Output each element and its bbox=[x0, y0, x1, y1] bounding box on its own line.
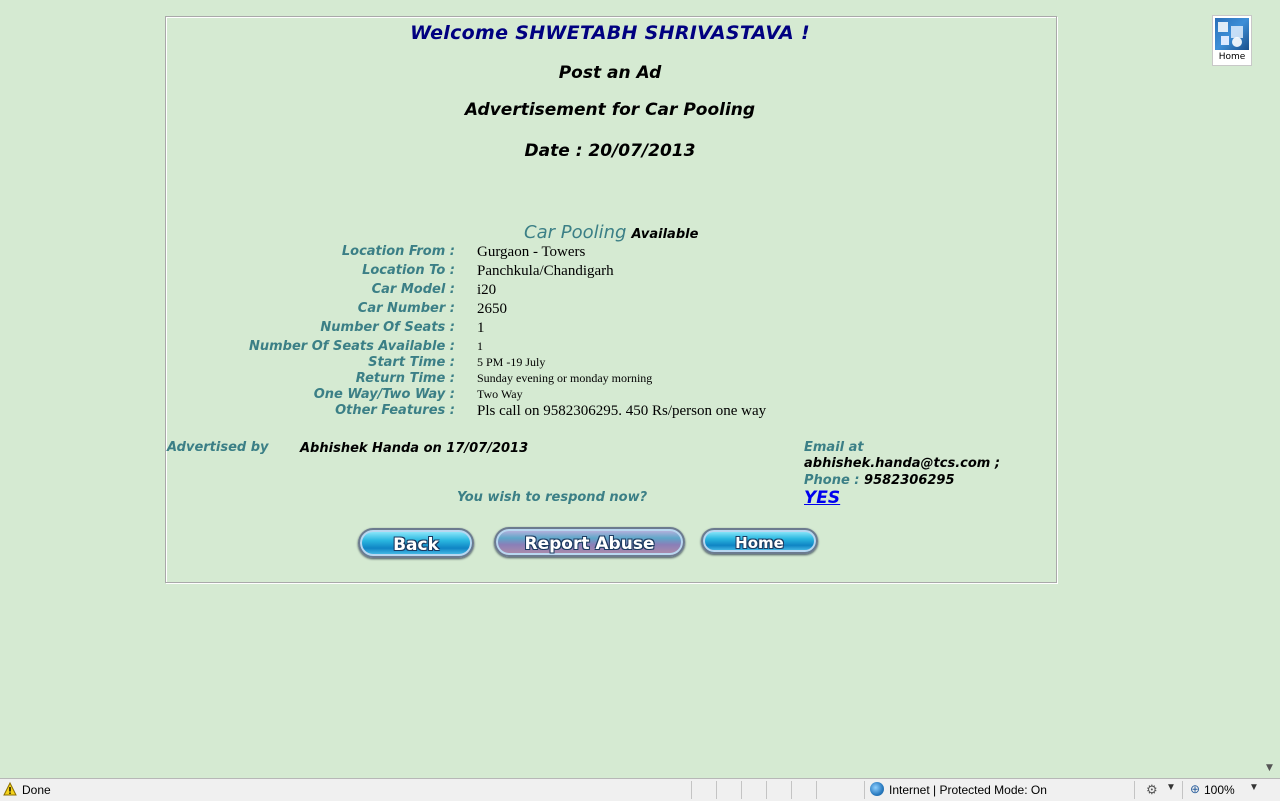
warning-icon[interactable] bbox=[3, 782, 17, 796]
field-value-trip-type: Two Way bbox=[477, 387, 523, 401]
field-value-other-features: Pls call on 9582306295. 450 Rs/person on… bbox=[477, 403, 767, 419]
scroll-down-arrow-icon[interactable]: ▼ bbox=[1266, 763, 1273, 773]
corner-home-link[interactable]: Home bbox=[1212, 15, 1252, 66]
status-divider bbox=[766, 781, 767, 799]
respond-prompt: You wish to respond now? bbox=[457, 490, 648, 505]
field-label-location-to: Location To : bbox=[362, 263, 455, 278]
listing-heading-main: Car Pooling bbox=[524, 222, 627, 243]
internet-zone-icon bbox=[870, 782, 884, 796]
field-value-start-time: 5 PM -19 July bbox=[477, 355, 546, 369]
listing-heading: Car Pooling Available bbox=[524, 222, 698, 243]
field-label-location-from: Location From : bbox=[341, 244, 455, 259]
field-label-car-number: Car Number : bbox=[357, 301, 455, 316]
field-label-trip-type: One Way/Two Way : bbox=[313, 387, 455, 402]
back-button[interactable]: Back bbox=[358, 528, 474, 558]
field-value-return-time: Sunday evening or monday morning bbox=[477, 371, 653, 385]
status-divider bbox=[791, 781, 792, 799]
zoom-level[interactable]: 100% bbox=[1204, 783, 1235, 797]
email-label: Email at bbox=[804, 440, 864, 455]
chevron-down-icon[interactable]: ▼ bbox=[1166, 782, 1176, 793]
status-divider bbox=[691, 781, 692, 799]
field-label-number-of-seats: Number Of Seats : bbox=[320, 320, 455, 335]
zoom-chevron-down-icon[interactable]: ▼ bbox=[1249, 782, 1259, 793]
field-value-location-to: Panchkula/Chandigarh bbox=[477, 263, 614, 279]
corner-home-label: Home bbox=[1218, 52, 1246, 62]
phone-line: Phone : 9582306295 bbox=[804, 473, 955, 488]
listing-heading-sub: Available bbox=[631, 227, 699, 242]
page-title: Post an Ad bbox=[558, 63, 662, 83]
ad-date: Date : 20/07/2013 bbox=[524, 141, 696, 161]
field-label-return-time: Return Time : bbox=[355, 371, 455, 386]
security-zone-text[interactable]: Internet | Protected Mode: On bbox=[889, 783, 1047, 797]
field-value-number-of-seats: 1 bbox=[477, 320, 485, 336]
protected-mode-gear-icon[interactable]: ⚙ bbox=[1146, 782, 1158, 798]
field-label-start-time: Start Time : bbox=[368, 355, 455, 370]
email-value: abhishek.handa@tcs.com ; bbox=[804, 456, 1001, 471]
advertisement-title: Advertisement for Car Pooling bbox=[464, 100, 756, 120]
status-divider bbox=[741, 781, 742, 799]
advertised-by-label: Advertised by bbox=[167, 440, 269, 455]
status-divider bbox=[1182, 781, 1183, 799]
status-divider bbox=[816, 781, 817, 799]
field-value-car-model: i20 bbox=[477, 282, 497, 298]
phone-value: 9582306295 bbox=[864, 473, 955, 488]
welcome-message: Welcome SHWETABH SHRIVASTAVA ! bbox=[410, 22, 810, 44]
home-button[interactable]: Home bbox=[701, 528, 818, 554]
browser-status-bar: Done Internet | Protected Mode: On ⚙ ▼ ⊕… bbox=[0, 778, 1280, 801]
field-label-seats-available: Number Of Seats Available : bbox=[249, 339, 455, 354]
field-value-seats-available: 1 bbox=[477, 339, 483, 353]
field-value-car-number: 2650 bbox=[477, 301, 507, 317]
phone-label: Phone : bbox=[804, 473, 860, 488]
status-text: Done bbox=[22, 783, 51, 797]
tcs-home-icon bbox=[1215, 18, 1249, 50]
field-value-location-from: Gurgaon - Towers bbox=[477, 244, 586, 260]
respond-yes-link[interactable]: YES bbox=[804, 488, 840, 508]
advertised-by-value: Abhishek Handa on 17/07/2013 bbox=[300, 441, 529, 456]
status-divider bbox=[716, 781, 717, 799]
report-abuse-button[interactable]: Report Abuse bbox=[494, 527, 685, 557]
field-label-other-features: Other Features : bbox=[335, 403, 455, 418]
status-divider bbox=[1134, 781, 1135, 799]
status-divider bbox=[864, 781, 865, 799]
field-label-car-model: Car Model : bbox=[371, 282, 455, 297]
zoom-icon[interactable]: ⊕ bbox=[1190, 782, 1200, 796]
